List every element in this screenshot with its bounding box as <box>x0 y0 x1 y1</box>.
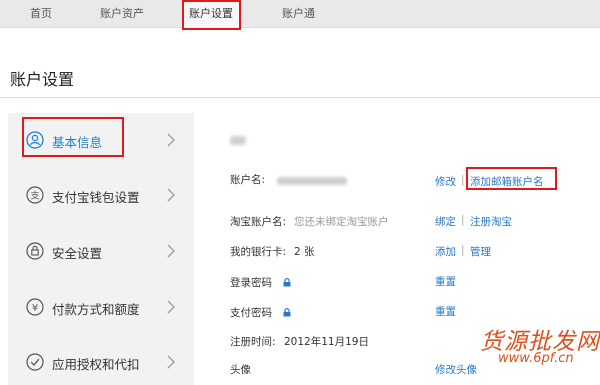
wallet-icon: 支 <box>26 186 44 204</box>
separator: | <box>461 174 465 186</box>
chevron-right-icon <box>167 188 175 202</box>
sidebar-item-security[interactable]: 安全设置 <box>8 232 194 272</box>
top-nav: 首页 账户资产 账户设置 账户通 <box>0 0 600 28</box>
tab-account-settings[interactable]: 账户设置 <box>182 0 240 28</box>
taobao-account-label: 淘宝账户名: <box>230 216 287 228</box>
separator: | <box>461 244 465 256</box>
edit-account-name-link[interactable]: 修改 <box>435 174 456 189</box>
sidebar-item-label: 付款方式和额度 <box>52 302 140 317</box>
user-icon <box>26 131 44 149</box>
sidebar-item-label: 安全设置 <box>52 246 103 261</box>
lock-icon <box>283 308 291 317</box>
tab-home[interactable]: 首页 <box>30 0 52 28</box>
chevron-right-icon <box>167 244 175 258</box>
page-title: 账户设置 <box>10 70 75 89</box>
login-password-label: 登录密码 <box>230 277 272 289</box>
separator: | <box>461 214 465 226</box>
check-icon <box>26 353 44 371</box>
register-taobao-link[interactable]: 注册淘宝 <box>470 214 512 229</box>
blurred-account-name <box>277 177 347 185</box>
sidebar-item-app-authorization[interactable]: 应用授权和代扣 <box>8 343 194 383</box>
watermark-url: www.6pf.cn <box>498 351 574 366</box>
bank-card-count: 2 张 <box>294 246 315 258</box>
avatar-label: 头像 <box>230 364 251 376</box>
lock-icon <box>283 278 291 287</box>
chevron-right-icon <box>167 133 175 147</box>
sidebar-item-label: 基本信息 <box>52 135 103 150</box>
sidebar-item-basic-info[interactable]: 基本信息 <box>8 121 194 161</box>
sidebar-item-payment-limits[interactable]: ¥ 付款方式和额度 <box>8 288 194 328</box>
chevron-right-icon <box>167 355 175 369</box>
register-time-label: 注册时间: <box>230 336 276 348</box>
account-name-label: 账户名: <box>230 174 266 186</box>
tab-account-pass[interactable]: 账户通 <box>282 0 315 28</box>
svg-text:支: 支 <box>30 190 39 202</box>
add-email-account-link[interactable]: 添加邮箱账户名 <box>470 174 544 189</box>
bank-card-label: 我的银行卡: <box>230 246 287 258</box>
sidebar-item-label: 支付宝钱包设置 <box>52 190 140 205</box>
sidebar-item-wallet-settings[interactable]: 支 支付宝钱包设置 <box>8 176 194 216</box>
reset-payment-password-link[interactable]: 重置 <box>435 304 456 319</box>
sidebar: 基本信息 支 支付宝钱包设置 安全设置 ¥ 付款方式和额度 应用授权和代扣 <box>8 113 194 385</box>
lock-icon <box>26 242 44 260</box>
payment-password-label: 支付密码 <box>230 307 272 319</box>
blurred-display-name <box>230 136 246 145</box>
title-divider <box>0 97 600 98</box>
reset-login-password-link[interactable]: 重置 <box>435 274 456 289</box>
edit-avatar-link[interactable]: 修改头像 <box>435 362 477 377</box>
yuan-icon: ¥ <box>26 298 44 316</box>
add-bank-card-link[interactable]: 添加 <box>435 244 456 259</box>
register-time-value: 2012年11月19日 <box>284 336 369 348</box>
svg-text:¥: ¥ <box>32 303 38 314</box>
tab-account-assets[interactable]: 账户资产 <box>100 0 144 28</box>
manage-bank-cards-link[interactable]: 管理 <box>470 244 491 259</box>
taobao-account-value: 您还未绑定淘宝账户 <box>294 216 389 228</box>
chevron-right-icon <box>167 300 175 314</box>
bind-taobao-link[interactable]: 绑定 <box>435 214 456 229</box>
sidebar-item-label: 应用授权和代扣 <box>52 357 140 372</box>
